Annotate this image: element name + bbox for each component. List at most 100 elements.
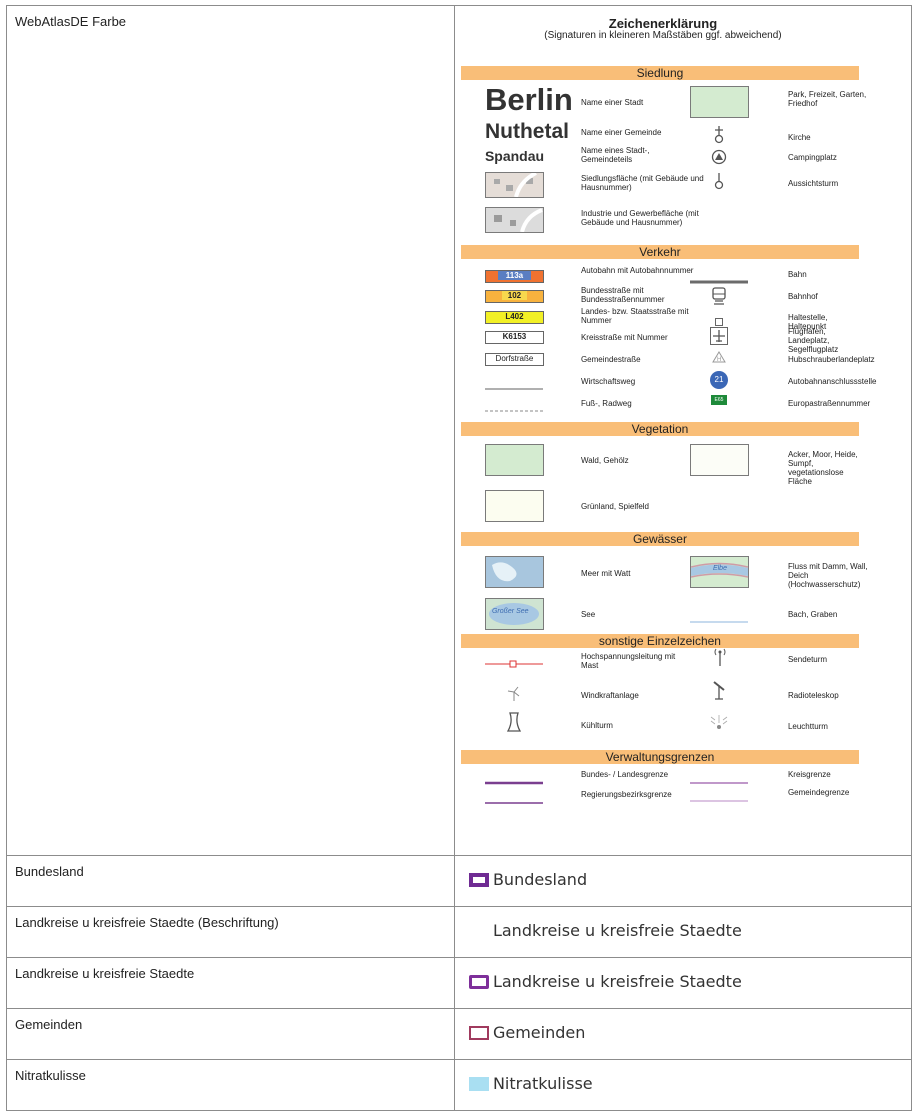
observation-tower-icon xyxy=(713,173,725,196)
label-see: See xyxy=(580,610,596,619)
label-autobahn: Autobahn mit Autobahnnummer xyxy=(580,266,694,275)
river-swatch: Elbe xyxy=(689,556,749,588)
legend-item: Bundesland xyxy=(468,870,911,889)
nitrat-swatch-icon xyxy=(468,1076,489,1091)
federal-road-symbol: 102 xyxy=(484,290,544,303)
lake-name: Großer See xyxy=(491,608,529,615)
label-gemeindegrenze: Gemeindegrenze xyxy=(787,788,850,797)
sea-swatch xyxy=(484,556,544,588)
section-vegetation: Vegetation xyxy=(460,422,859,436)
legend-label: Bundesland xyxy=(492,870,588,889)
airport-icon xyxy=(709,327,728,350)
sample-district-name: Spandau xyxy=(484,148,545,164)
label-wirtschaftsweg: Wirtschaftsweg xyxy=(580,377,636,386)
legend-item: Nitratkulisse xyxy=(468,1074,911,1093)
federal-road-number: 102 xyxy=(501,291,528,300)
federal-border-line xyxy=(484,772,543,790)
label-kuehlturm: Kühlturm xyxy=(580,721,613,730)
heliport-icon: H xyxy=(712,350,726,368)
industrial-area-swatch xyxy=(484,207,544,233)
label-wind: Windkraftanlage xyxy=(580,691,639,700)
svg-text:H: H xyxy=(717,357,721,363)
legend-subtitle: (Signaturen in kleineren Maßstäben ggf. … xyxy=(544,30,782,41)
section-siedlung: Siedlung xyxy=(460,66,859,80)
label-kirche: Kirche xyxy=(787,133,811,142)
layer-name: Bundesland xyxy=(6,855,455,907)
landkreis-swatch-icon xyxy=(468,974,489,989)
label-acker: Acker, Moor, Heide, Sumpf, vegetationslo… xyxy=(787,450,858,486)
legend-cell: Nitratkulisse xyxy=(453,1059,913,1111)
legend-cell: Landkreise u kreisfreie Staedte xyxy=(453,957,913,1009)
section-verkehr: Verkehr xyxy=(460,245,859,259)
layer-name: Landkreise u kreisfreie Staedte (Beschri… xyxy=(6,906,455,958)
label-kreisstrasse: Kreisstraße mit Nummer xyxy=(580,333,668,342)
layer-name: Gemeinden xyxy=(6,1008,455,1060)
legend-cell: Landkreise u kreisfreie Staedte xyxy=(453,906,913,958)
label-anschluss: Autobahnanschlussstelle xyxy=(787,377,877,386)
legend-label: Landkreise u kreisfreie Staedte xyxy=(492,921,742,940)
lighthouse-icon xyxy=(710,713,728,736)
table-row: Gemeinden Gemeinden xyxy=(6,1008,913,1060)
label-siedlungsflaeche: Siedlungsfläche (mit Gebäude und Hausnum… xyxy=(580,174,704,192)
junction-number-badge: 21 xyxy=(709,371,728,389)
label-bahn: Bahn xyxy=(787,270,807,279)
table-row: Bundesland Bundesland xyxy=(6,855,913,907)
campsite-icon xyxy=(711,149,727,170)
legend-cell: Bundesland xyxy=(453,855,913,907)
european-road-badge: E65 xyxy=(710,395,727,405)
legend-label: Nitratkulisse xyxy=(492,1074,593,1093)
label-stadtteil: Name eines Stadt-, Gemeindeteils xyxy=(580,146,650,164)
label-hubschrauber: Hubschrauberlandeplatz xyxy=(787,355,875,364)
legend-cell: Gemeinden xyxy=(453,1008,913,1060)
footpath-line xyxy=(484,400,543,418)
bundesland-swatch-icon xyxy=(468,872,489,887)
district-road-symbol: K6153 xyxy=(484,331,544,344)
stream-line xyxy=(689,611,748,629)
section-verwaltung: Verwaltungsgrenzen xyxy=(460,750,859,764)
wind-turbine-icon xyxy=(507,686,521,707)
municipal-border-line xyxy=(689,790,748,808)
label-bach: Bach, Graben xyxy=(787,610,838,619)
legend-image: Zeichenerklärung (Signaturen in kleinere… xyxy=(458,16,876,816)
legend-table: WebAtlasDE Farbe Zeichenerklärung (Signa… xyxy=(6,5,913,1111)
cooling-tower-icon xyxy=(506,712,522,737)
label-europastrasse: Europastraßennummer xyxy=(787,399,871,408)
gemeinden-swatch-icon xyxy=(468,1025,489,1040)
layer-name: Landkreise u kreisfreie Staedte xyxy=(6,957,455,1009)
power-line-symbol xyxy=(484,655,543,673)
label-camping: Campingplatz xyxy=(787,153,837,162)
legend-image-cell: Zeichenerklärung (Signaturen in kleinere… xyxy=(453,5,913,856)
sample-city-name: Berlin xyxy=(484,82,573,117)
label-regierungsbezirk: Regierungsbezirksgrenze xyxy=(580,790,672,799)
label-bundesgrenze: Bundes- / Landesgrenze xyxy=(580,770,669,779)
label-landesstrasse: Landes- bzw. Staatsstraße mit Nummer xyxy=(580,307,689,325)
legend-label: Landkreise u kreisfreie Staedte xyxy=(492,972,742,991)
farm-track-line xyxy=(484,378,543,396)
lake-swatch: Großer See xyxy=(484,598,544,630)
table-row: Nitratkulisse Nitratkulisse xyxy=(6,1059,913,1111)
label-gemeinde: Name einer Gemeinde xyxy=(580,128,662,137)
label-wald: Wald, Gehölz xyxy=(580,456,629,465)
river-name: Elbe xyxy=(712,565,727,572)
grassland-swatch xyxy=(484,490,544,522)
label-bundesstrasse: Bundesstraße mit Bundesstraßennummer xyxy=(580,286,665,304)
region-border-line xyxy=(484,792,543,810)
layer-name: Nitratkulisse xyxy=(6,1059,455,1111)
label-leuchtturm: Leuchtturm xyxy=(787,722,828,731)
label-kreisgrenze: Kreisgrenze xyxy=(787,770,831,779)
label-sendeturm: Sendeturm xyxy=(787,655,828,664)
radio-telescope-icon xyxy=(711,680,727,705)
section-sonstige: sonstige Einzelzeichen xyxy=(460,634,859,648)
state-road-symbol: L402 xyxy=(484,311,544,324)
table-row: Landkreise u kreisfreie Staedte Landkrei… xyxy=(6,957,913,1009)
motorway-symbol: 113a xyxy=(484,270,544,283)
label-layer-icon xyxy=(469,924,489,938)
motorway-number: 113a xyxy=(497,271,532,280)
label-park: Park, Freizeit, Garten, Friedhof xyxy=(787,90,867,108)
park-swatch xyxy=(689,86,749,118)
label-radioteleskop: Radioteleskop xyxy=(787,691,839,700)
legend-item: Landkreise u kreisfreie Staedte xyxy=(468,972,911,991)
sample-municipality-name: Nuthetal xyxy=(484,120,569,143)
legend-item: Gemeinden xyxy=(468,1023,911,1042)
label-fluss: Fluss mit Damm, Wall, Deich (Hochwassers… xyxy=(787,562,868,589)
